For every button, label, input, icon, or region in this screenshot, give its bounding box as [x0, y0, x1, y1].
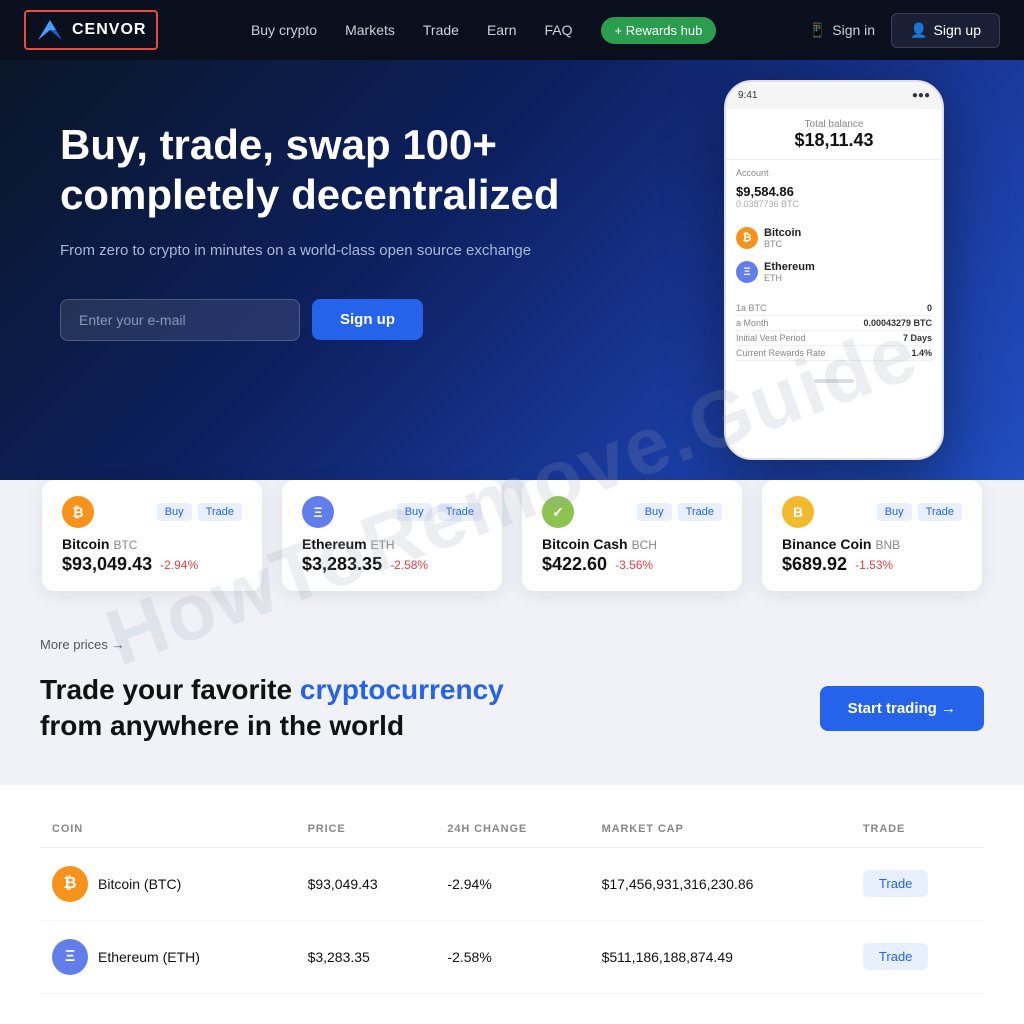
- eth-coin-cell: Ξ Ethereum (ETH): [52, 939, 284, 975]
- eth-icon: Ξ: [736, 261, 758, 283]
- phone-coin-eth: Ξ Ethereum ETH: [736, 257, 932, 287]
- phone-home-bar: [814, 379, 854, 383]
- price-cards: ₿ Buy Trade BitcoinBTC $93,049.43 -2.94%…: [40, 480, 984, 591]
- price-section: ₿ Buy Trade BitcoinBTC $93,049.43 -2.94%…: [0, 480, 1024, 621]
- bch-trade-button[interactable]: Trade: [678, 503, 722, 521]
- hero-content: Buy, trade, swap 100+ completely decentr…: [60, 120, 580, 341]
- hero-form: Sign up: [60, 299, 580, 341]
- eth-table-icon: Ξ: [52, 939, 88, 975]
- btc-card-icon: ₿: [62, 496, 94, 528]
- logo-icon: [36, 16, 64, 44]
- btc-buy-button[interactable]: Buy: [157, 503, 192, 521]
- col-coin: COIN: [40, 815, 296, 848]
- start-trading-button[interactable]: Start trading →: [820, 686, 984, 731]
- logo-text: CENVOR: [72, 21, 146, 39]
- bnb-card-icon: B: [782, 496, 814, 528]
- phone-info-rows: 1a BTC 0 a Month 0.00043279 BTC Initial …: [726, 293, 942, 369]
- price-card-btc: ₿ Buy Trade BitcoinBTC $93,049.43 -2.94%: [42, 480, 262, 591]
- trade-title: Trade your favorite cryptocurrency from …: [40, 672, 520, 745]
- signup-button[interactable]: 👤 Sign up: [891, 13, 1000, 48]
- phone-accounts: Account $9,584.86 0.0387736 BTC: [726, 160, 942, 217]
- navbar: CENVOR Buy crypto Markets Trade Earn FAQ…: [0, 0, 1024, 60]
- eth-table-trade-button[interactable]: Trade: [863, 943, 928, 970]
- email-input[interactable]: [60, 299, 300, 341]
- col-trade: TRADE: [851, 815, 984, 848]
- price-card-bch: ✓ Buy Trade Bitcoin CashBCH $422.60 -3.5…: [522, 480, 742, 591]
- phone-coins: ₿ Bitcoin BTC Ξ Ethereum ETH: [726, 217, 942, 293]
- col-change: 24H CHANGE: [435, 815, 589, 848]
- btc-trade-button[interactable]: Trade: [198, 503, 242, 521]
- logo[interactable]: CENVOR: [24, 10, 158, 50]
- table-body: ₿ Bitcoin (BTC) $93,049.43 -2.94% $17,45…: [40, 847, 984, 993]
- phone-header: 9:41 ●●●: [726, 82, 942, 109]
- eth-buy-button[interactable]: Buy: [397, 503, 432, 521]
- hero-section: Buy, trade, swap 100+ completely decentr…: [0, 60, 1024, 520]
- btc-table-icon: ₿: [52, 866, 88, 902]
- col-price: PRICE: [296, 815, 436, 848]
- bnb-buy-button[interactable]: Buy: [877, 503, 912, 521]
- table-row: ₿ Bitcoin (BTC) $93,049.43 -2.94% $17,45…: [40, 847, 984, 920]
- hero-title: Buy, trade, swap 100+ completely decentr…: [60, 120, 580, 221]
- hero-subtitle: From zero to crypto in minutes on a worl…: [60, 239, 580, 263]
- nav-trade[interactable]: Trade: [423, 22, 459, 38]
- eth-card-icon: Ξ: [302, 496, 334, 528]
- eth-trade-button[interactable]: Trade: [438, 503, 482, 521]
- crypto-table: COIN PRICE 24H CHANGE MARKET CAP TRADE ₿…: [40, 815, 984, 994]
- table-row: Ξ Ethereum (ETH) $3,283.35 -2.58% $511,1…: [40, 920, 984, 993]
- col-marketcap: MARKET CAP: [590, 815, 851, 848]
- phone-coin-btc: ₿ Bitcoin BTC: [736, 223, 932, 253]
- trade-section: Trade your favorite cryptocurrency from …: [0, 652, 1024, 785]
- nav-faq[interactable]: FAQ: [545, 22, 573, 38]
- table-section: COIN PRICE 24H CHANGE MARKET CAP TRADE ₿…: [0, 785, 1024, 1024]
- phone-mockup: 9:41 ●●● Total balance $18,11.43 Account…: [724, 80, 944, 460]
- bch-buy-button[interactable]: Buy: [637, 503, 672, 521]
- phone-balance: Total balance $18,11.43: [726, 109, 942, 160]
- price-card-bnb: B Buy Trade Binance CoinBNB $689.92 -1.5…: [762, 480, 982, 591]
- price-card-eth: Ξ Buy Trade EthereumETH $3,283.35 -2.58%: [282, 480, 502, 591]
- nav-actions: 📱 Sign in 👤 Sign up: [809, 13, 1000, 48]
- phone-icon: 📱: [809, 22, 826, 39]
- user-icon: 👤: [910, 22, 927, 39]
- rewards-hub-button[interactable]: + Rewards hub: [601, 17, 717, 44]
- bch-card-icon: ✓: [542, 496, 574, 528]
- bnb-trade-button[interactable]: Trade: [918, 503, 962, 521]
- nav-links: Buy crypto Markets Trade Earn FAQ + Rewa…: [251, 17, 716, 44]
- more-prices-link[interactable]: More prices →: [0, 621, 1024, 652]
- btc-coin-cell: ₿ Bitcoin (BTC): [52, 866, 284, 902]
- hero-signup-button[interactable]: Sign up: [312, 299, 423, 340]
- signin-button[interactable]: 📱 Sign in: [809, 22, 875, 39]
- table-header: COIN PRICE 24H CHANGE MARKET CAP TRADE: [40, 815, 984, 848]
- nav-buy-crypto[interactable]: Buy crypto: [251, 22, 317, 38]
- btc-table-trade-button[interactable]: Trade: [863, 870, 928, 897]
- nav-markets[interactable]: Markets: [345, 22, 395, 38]
- nav-earn[interactable]: Earn: [487, 22, 517, 38]
- btc-icon: ₿: [736, 227, 758, 249]
